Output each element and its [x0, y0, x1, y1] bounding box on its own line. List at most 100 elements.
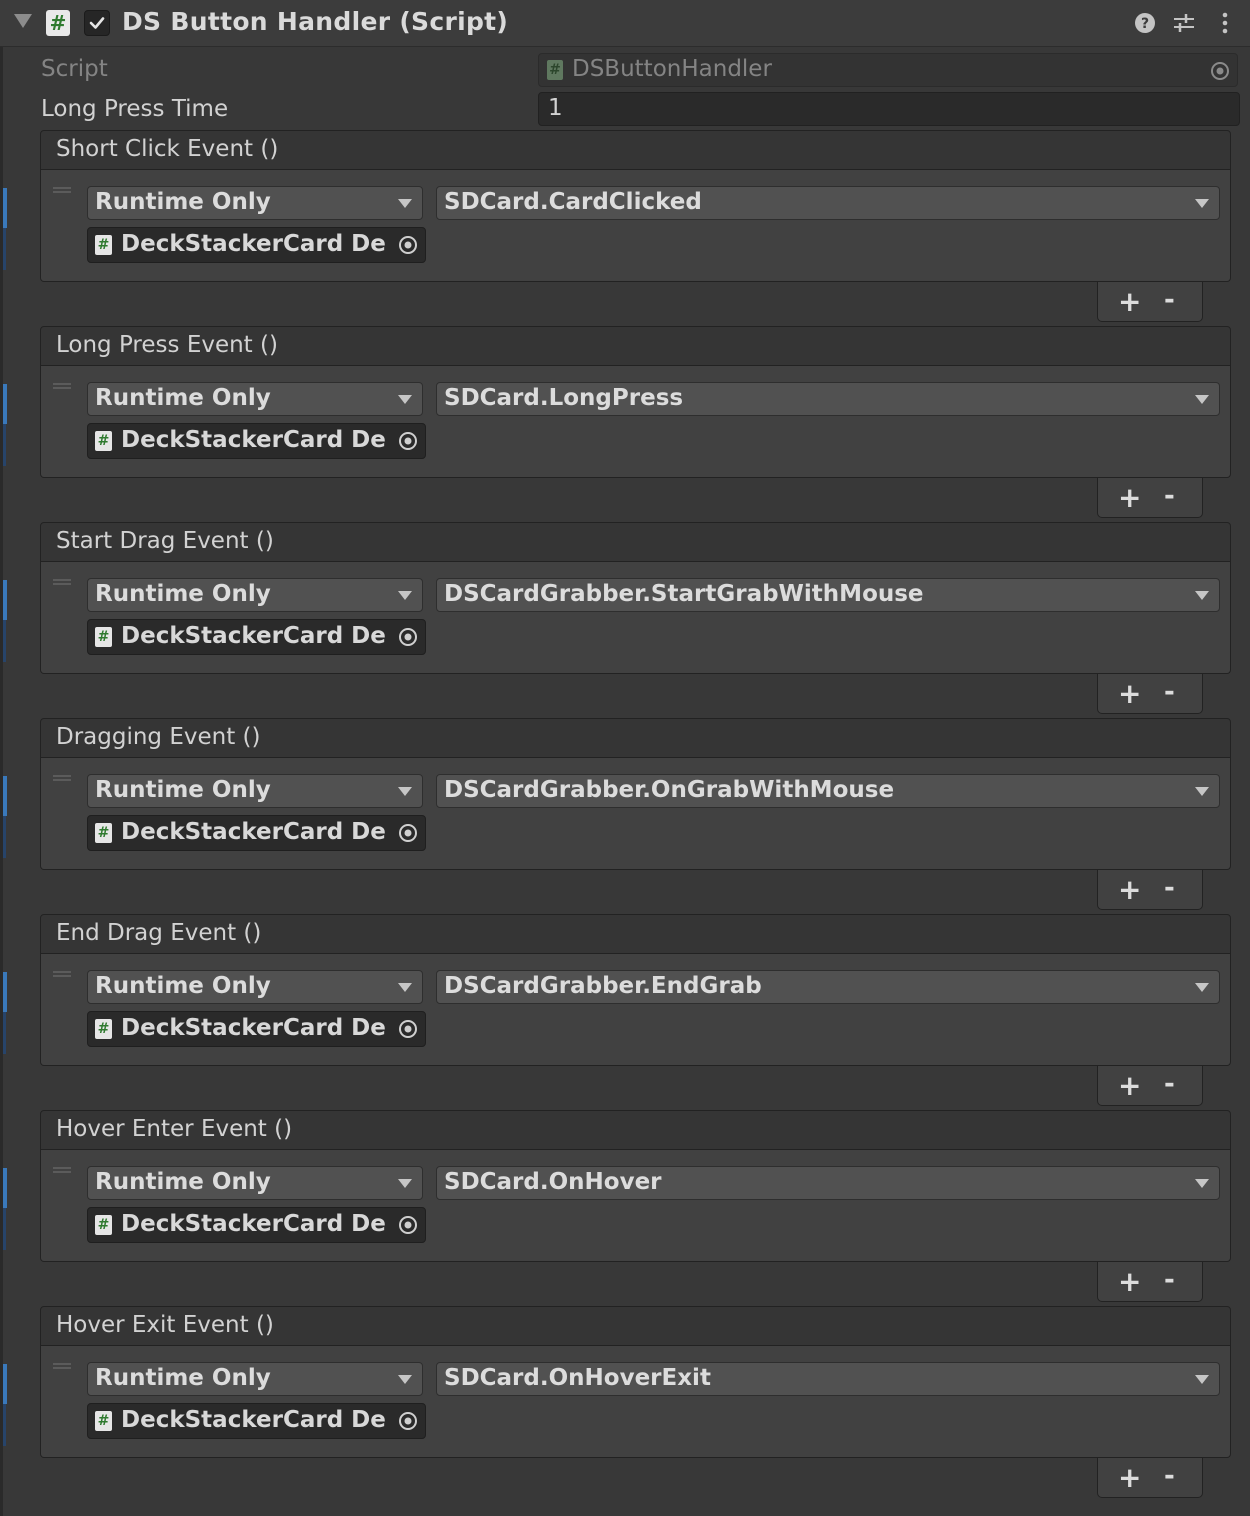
add-listener-button[interactable]: + — [1118, 1464, 1141, 1492]
target-object-field[interactable]: # DeckStackerCard Demo — [87, 227, 426, 263]
kebab-menu-icon[interactable] — [1212, 10, 1238, 36]
add-listener-button[interactable]: + — [1118, 680, 1141, 708]
remove-listener-button[interactable]: - — [1164, 679, 1175, 705]
function-value: DSCardGrabber.EndGrab — [444, 973, 762, 999]
help-icon[interactable]: ? — [1132, 10, 1158, 36]
unity-event-block: Dragging Event () Runtime Only DSCardGrabb… — [40, 718, 1231, 910]
target-object-field[interactable]: # DeckStackerCard Demo — [87, 1207, 426, 1243]
list-footer: + - — [1097, 870, 1203, 910]
drag-handle-icon[interactable] — [53, 383, 71, 389]
chevron-down-icon — [1195, 395, 1209, 404]
target-object-value: DeckStackerCard Demo — [121, 1015, 386, 1041]
function-value: SDCard.OnHover — [444, 1169, 662, 1195]
selection-indicator — [3, 580, 7, 620]
drag-handle-icon[interactable] — [53, 187, 71, 193]
drag-handle-icon[interactable] — [53, 1363, 71, 1369]
drag-handle-icon[interactable] — [53, 775, 71, 781]
target-object-value: DeckStackerCard Demo — [121, 1407, 386, 1433]
function-dropdown[interactable]: DSCardGrabber.EndGrab — [436, 970, 1220, 1004]
drag-handle-icon[interactable] — [53, 971, 71, 977]
drag-handle-icon[interactable] — [53, 579, 71, 585]
enabled-checkbox[interactable] — [84, 10, 110, 36]
remove-listener-button[interactable]: - — [1164, 1267, 1175, 1293]
component-header[interactable]: # DS Button Handler (Script) ? — [0, 0, 1250, 47]
event-listener-row[interactable]: Runtime Only SDCard.OnHoverExit # DeckStack… — [40, 1346, 1231, 1458]
event-listener-row[interactable]: Runtime Only SDCard.LongPress # DeckStacker… — [40, 366, 1231, 478]
call-state-dropdown[interactable]: Runtime Only — [87, 382, 423, 416]
target-object-field[interactable]: # DeckStackerCard Demo — [87, 423, 426, 459]
component-title: DS Button Handler (Script) — [122, 7, 509, 36]
list-footer: + - — [1097, 282, 1203, 322]
function-dropdown[interactable]: SDCard.LongPress — [436, 382, 1220, 416]
object-picker-icon[interactable] — [1209, 60, 1231, 82]
target-object-field[interactable]: # DeckStackerCard Demo — [87, 619, 426, 655]
remove-listener-button[interactable]: - — [1164, 483, 1175, 509]
add-listener-button[interactable]: + — [1118, 876, 1141, 904]
long-press-time-field[interactable]: 1 — [538, 92, 1240, 126]
add-listener-button[interactable]: + — [1118, 1072, 1141, 1100]
selection-indicator-secondary — [3, 1404, 6, 1446]
target-object-field[interactable]: # DeckStackerCard Demo — [87, 1403, 426, 1439]
function-dropdown[interactable]: SDCard.OnHoverExit — [436, 1362, 1220, 1396]
selection-indicator — [3, 776, 7, 816]
event-listener-row[interactable]: Runtime Only DSCardGrabber.StartGrabWithM… — [40, 562, 1231, 674]
event-label: Short Click Event () — [56, 136, 279, 162]
call-state-value: Runtime Only — [95, 777, 271, 803]
call-state-dropdown[interactable]: Runtime Only — [87, 578, 423, 612]
function-value: SDCard.CardClicked — [444, 189, 702, 215]
svg-text:?: ? — [1141, 16, 1149, 32]
object-picker-icon[interactable] — [397, 1018, 419, 1040]
script-field[interactable]: # DSButtonHandler — [538, 53, 1238, 87]
long-press-time-label: Long Press Time — [41, 96, 229, 122]
long-press-time-value: 1 — [548, 95, 563, 121]
script-icon: # — [95, 431, 112, 451]
remove-listener-button[interactable]: - — [1164, 1071, 1175, 1097]
event-label: Dragging Event () — [56, 724, 261, 750]
call-state-dropdown[interactable]: Runtime Only — [87, 1166, 423, 1200]
event-listener-row[interactable]: Runtime Only DSCardGrabber.OnGrabWithMous… — [40, 758, 1231, 870]
call-state-dropdown[interactable]: Runtime Only — [87, 970, 423, 1004]
call-state-dropdown[interactable]: Runtime Only — [87, 186, 423, 220]
event-header: Start Drag Event () — [40, 522, 1231, 562]
selection-indicator-secondary — [3, 1208, 6, 1250]
target-object-field[interactable]: # DeckStackerCard Demo — [87, 1011, 426, 1047]
event-listener-row[interactable]: Runtime Only SDCard.CardClicked # DeckStack… — [40, 170, 1231, 282]
remove-listener-button[interactable]: - — [1164, 287, 1175, 313]
event-label: Long Press Event () — [56, 332, 278, 358]
selection-indicator — [3, 972, 7, 1012]
script-field-value: DSButtonHandler — [572, 56, 772, 82]
event-listener-row[interactable]: Runtime Only SDCard.OnHover # DeckStackerCa… — [40, 1150, 1231, 1262]
chevron-down-icon — [1195, 983, 1209, 992]
call-state-dropdown[interactable]: Runtime Only — [87, 1362, 423, 1396]
chevron-down-icon — [1195, 1375, 1209, 1384]
target-object-field[interactable]: # DeckStackerCard Demo — [87, 815, 426, 851]
add-listener-button[interactable]: + — [1118, 288, 1141, 316]
object-picker-icon[interactable] — [397, 430, 419, 452]
function-dropdown[interactable]: SDCard.OnHover — [436, 1166, 1220, 1200]
object-picker-icon[interactable] — [397, 1214, 419, 1236]
foldout-arrow-icon[interactable] — [14, 14, 32, 28]
unity-event-block: Long Press Event () Runtime Only SDCard.Lo… — [40, 326, 1231, 518]
function-dropdown[interactable]: DSCardGrabber.OnGrabWithMouse — [436, 774, 1220, 808]
function-dropdown[interactable]: SDCard.CardClicked — [436, 186, 1220, 220]
function-dropdown[interactable]: DSCardGrabber.StartGrabWithMouse — [436, 578, 1220, 612]
drag-handle-icon[interactable] — [53, 1167, 71, 1173]
remove-listener-button[interactable]: - — [1164, 1463, 1175, 1489]
function-value: SDCard.OnHoverExit — [444, 1365, 711, 1391]
list-footer: + - — [1097, 1066, 1203, 1106]
object-picker-icon[interactable] — [397, 626, 419, 648]
call-state-dropdown[interactable]: Runtime Only — [87, 774, 423, 808]
target-object-value: DeckStackerCard Demo — [121, 623, 386, 649]
preset-icon[interactable] — [1171, 10, 1197, 36]
add-listener-button[interactable]: + — [1118, 484, 1141, 512]
event-label: Start Drag Event () — [56, 528, 274, 554]
object-picker-icon[interactable] — [397, 822, 419, 844]
remove-listener-button[interactable]: - — [1164, 875, 1175, 901]
event-listener-row[interactable]: Runtime Only DSCardGrabber.EndGrab # DeckSt… — [40, 954, 1231, 1066]
target-object-value: DeckStackerCard Demo — [121, 819, 386, 845]
object-picker-icon[interactable] — [397, 1410, 419, 1432]
add-listener-button[interactable]: + — [1118, 1268, 1141, 1296]
call-state-value: Runtime Only — [95, 1169, 271, 1195]
chevron-down-icon — [1195, 199, 1209, 208]
object-picker-icon[interactable] — [397, 234, 419, 256]
